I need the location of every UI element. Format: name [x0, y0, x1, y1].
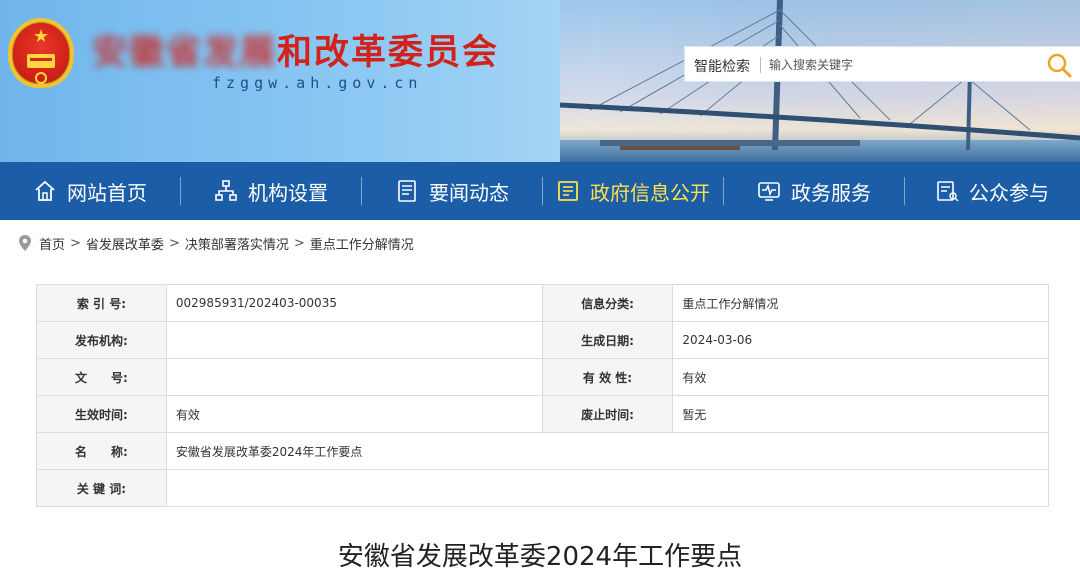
breadcrumb-item-current[interactable]: 重点工作分解情况 — [310, 234, 414, 253]
site-title[interactable]: 安徽省发展和改革委员会 — [92, 24, 499, 75]
index-number-value: 002985931/202403-00035 — [165, 284, 543, 322]
nav-item-organization[interactable]: 机构设置 — [181, 162, 361, 220]
nav-label: 机构设置 — [248, 180, 328, 205]
table-row: 生效时间: 有效 废止时间: 暂无 — [36, 395, 1049, 433]
nav-item-news[interactable]: 要闻动态 — [362, 162, 542, 220]
site-title-blurred-part: 安徽省发展 — [92, 32, 278, 73]
article-title: 安徽省发展改革委2024年工作要点 — [337, 542, 743, 572]
name-value: 安徽省发展改革委2024年工作要点 — [165, 432, 1050, 470]
validity-label: 有 效 性: — [541, 358, 674, 396]
nav-label: 政务服务 — [791, 180, 871, 205]
breadcrumb-item-home[interactable]: 首页 — [39, 234, 65, 253]
publisher-label: 发布机构: — [36, 321, 167, 359]
service-icon — [758, 182, 780, 201]
org-chart-icon — [215, 180, 237, 201]
breadcrumb-item-decisions[interactable]: 决策部署落实情况 — [185, 234, 289, 253]
breadcrumb-separator: > — [168, 235, 180, 251]
keywords-label: 关 键 词: — [36, 469, 167, 507]
publisher-value — [165, 321, 543, 359]
index-number-label: 索 引 号: — [36, 284, 167, 322]
national-emblem-logo[interactable]: ★ — [8, 18, 74, 88]
news-icon — [398, 180, 416, 202]
main-nav: 网站首页 机构设置 要闻动态 政府信息公开 政务服务 公众参与 — [0, 162, 1080, 220]
nav-label: 网站首页 — [67, 180, 147, 205]
search-box: 智能检索 — [684, 46, 1080, 82]
nav-item-info-public[interactable]: 政府信息公开 — [543, 162, 723, 220]
document-number-value — [165, 358, 543, 396]
location-pin-icon — [19, 235, 31, 251]
keywords-value — [165, 469, 1050, 507]
nav-label: 要闻动态 — [429, 180, 509, 205]
validity-value: 有效 — [672, 358, 1049, 396]
home-icon — [35, 180, 55, 201]
date-value: 2024-03-06 — [672, 321, 1049, 359]
nav-item-participation[interactable]: 公众参与 — [905, 162, 1079, 220]
breadcrumb-separator: > — [70, 235, 81, 251]
site-header: ★ 安徽省发展和改革委员会 fzggw.ah.gov.cn 智能检索 — [0, 0, 1080, 162]
repeal-time-value: 暂无 — [672, 395, 1049, 433]
repeal-time-label: 废止时间: — [541, 395, 674, 433]
search-divider — [760, 57, 761, 73]
nav-label: 政府信息公开 — [590, 180, 710, 205]
document-number-label: 文 号: — [36, 358, 167, 396]
category-label: 信息分类: — [541, 284, 674, 322]
smart-search-label[interactable]: 智能检索 — [694, 56, 750, 76]
participation-icon — [937, 181, 959, 202]
table-row: 索 引 号: 002985931/202403-00035 信息分类: 重点工作… — [36, 284, 1049, 322]
info-public-icon — [558, 181, 578, 201]
nav-label: 公众参与 — [969, 180, 1049, 205]
search-icon[interactable] — [1045, 51, 1073, 79]
site-title-visible-part: 和改革委员会 — [277, 32, 500, 73]
category-value: 重点工作分解情况 — [672, 284, 1049, 322]
table-row: 关 键 词: — [36, 469, 1050, 507]
table-row: 名 称: 安徽省发展改革委2024年工作要点 — [36, 432, 1050, 470]
name-label: 名 称: — [36, 432, 167, 470]
search-input[interactable] — [769, 53, 1039, 77]
nav-item-home[interactable]: 网站首页 — [0, 162, 180, 220]
breadcrumb-item-commission[interactable]: 省发展改革委 — [86, 234, 164, 253]
date-label: 生成日期: — [541, 321, 674, 359]
breadcrumb: 首页 > 省发展改革委 > 决策部署落实情况 > 重点工作分解情况 — [18, 232, 414, 254]
table-row: 发布机构: 生成日期: 2024-03-06 — [36, 321, 1049, 359]
table-row: 文 号: 有 效 性: 有效 — [36, 358, 1049, 396]
site-domain: fzggw.ah.gov.cn — [212, 74, 423, 92]
nav-item-services[interactable]: 政务服务 — [724, 162, 904, 220]
document-info-table: 索 引 号: 002985931/202403-00035 信息分类: 重点工作… — [36, 284, 1050, 507]
breadcrumb-separator: > — [293, 235, 305, 251]
effective-time-value: 有效 — [165, 395, 543, 433]
effective-time-label: 生效时间: — [36, 395, 167, 433]
